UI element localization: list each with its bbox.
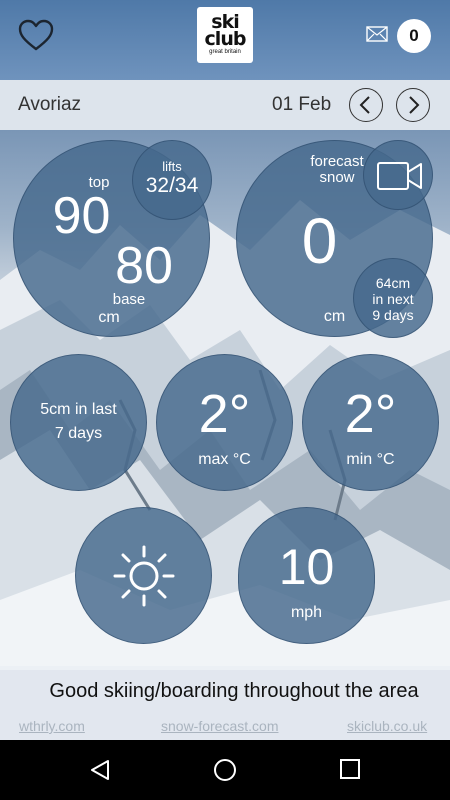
conditions-footer: Good skiing/boarding throughout the area… [0,666,450,740]
sun-icon [113,545,175,607]
next-days-amount: 64cm [375,275,411,291]
recent-snow-line1: 5cm in last [40,401,117,418]
report-date: 01 Feb [272,94,332,115]
max-temp-value: 2° [198,384,251,444]
max-temp-bubble[interactable]: 2° max °C [156,354,293,491]
base-depth-value: 80 [115,237,173,295]
recent-snow-line2: 7 days [54,425,103,442]
max-temp-label: max °C [198,451,251,468]
message-count-badge[interactable]: 0 [397,19,431,53]
favorite-heart-icon[interactable] [18,18,54,52]
resort-name[interactable]: Avoriaz [18,94,81,116]
lifts-bubble[interactable]: lifts 32/34 [132,140,212,220]
base-label: base [112,291,146,308]
recents-icon[interactable] [339,758,361,780]
skiclub-link[interactable]: skiclub.co.uk [347,718,427,734]
logo-text-club: club [204,28,247,50]
forecast-next-days-bubble[interactable]: 64cm in next 9 days [353,258,433,338]
lifts-label: lifts [162,159,182,174]
min-temp-bubble[interactable]: 2° min °C [302,354,439,491]
video-camera-icon [377,162,422,190]
lifts-open-value: 32/34 [145,174,199,197]
webcam-bubble[interactable] [363,140,433,210]
wthrly-link[interactable]: wthrly.com [19,718,85,734]
wind-unit: mph [290,604,323,621]
wind-speed-value: 10 [278,539,335,595]
snow-forecast-link[interactable]: snow-forecast.com [161,718,278,734]
next-days-label: in next [372,291,414,307]
next-days-count: 9 days [372,307,414,323]
min-temp-value: 2° [344,384,397,444]
chevron-left-icon [359,96,370,114]
weather-bubble[interactable] [75,507,212,644]
app-header: ski club great britain 0 [0,0,450,80]
system-nav-bar [0,740,450,800]
home-icon[interactable] [213,758,237,782]
chevron-right-icon [409,96,420,114]
forecast-snow-value: 0 [301,205,338,277]
min-temp-label: min °C [346,451,395,468]
previous-day-button[interactable] [349,88,383,122]
depth-unit: cm [98,309,120,326]
recent-snow-bubble[interactable]: 5cm in last 7 days [10,354,147,491]
mail-icon[interactable] [366,25,388,43]
wind-bubble[interactable]: 10 mph [238,507,375,644]
conditions-message: Good skiing/boarding throughout the area [49,680,419,702]
ski-club-logo: ski club great britain [197,7,253,63]
back-icon[interactable] [88,758,112,782]
next-day-button[interactable] [396,88,430,122]
location-bar: Avoriaz 01 Feb [0,80,450,130]
